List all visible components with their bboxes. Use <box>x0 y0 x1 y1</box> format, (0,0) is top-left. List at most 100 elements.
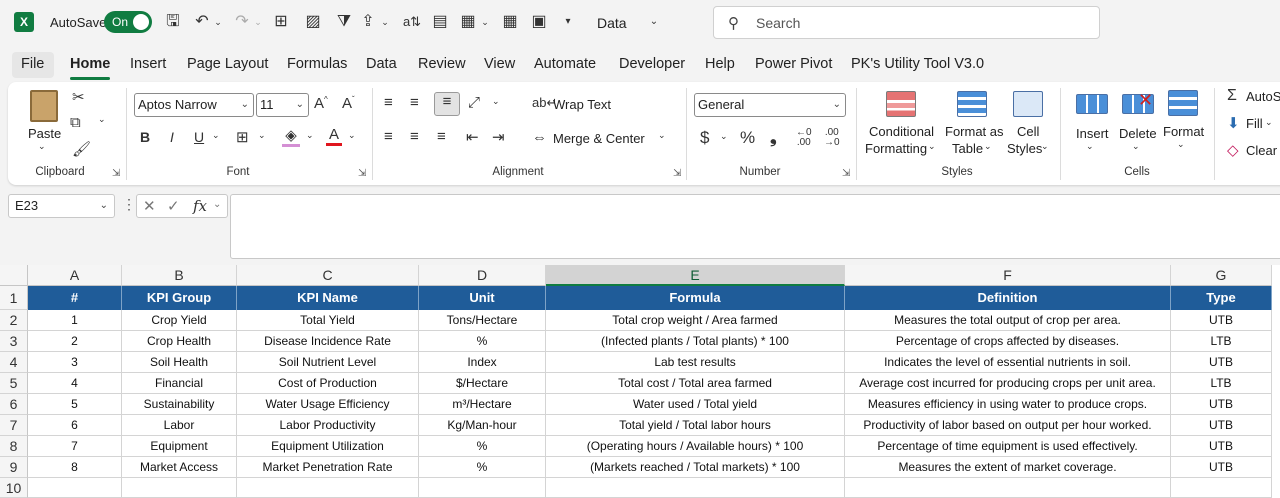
select-all-corner[interactable] <box>0 265 28 286</box>
row-header-7[interactable]: 7 <box>0 415 28 436</box>
tab-page-layout[interactable]: Page Layout <box>187 56 268 72</box>
underline-icon[interactable]: U <box>194 129 204 145</box>
align-bottom-icon[interactable]: ≡ <box>434 92 460 116</box>
table-cell[interactable]: 2 <box>28 331 122 352</box>
tab-formulas[interactable]: Formulas <box>287 56 347 72</box>
font-size-combo[interactable]: 11 ⌄ <box>256 93 309 117</box>
table-cell[interactable]: Total cost / Total area farmed <box>546 373 845 394</box>
save-icon[interactable]: 🖫 <box>163 11 183 33</box>
paste-icon[interactable] <box>30 90 58 122</box>
copy-dropdown-icon[interactable]: ⌄ <box>98 114 106 125</box>
table-cell[interactable]: Index <box>419 352 546 373</box>
column-header-c[interactable]: C <box>237 265 419 286</box>
fill-dropdown-icon[interactable]: ⌄ <box>1265 117 1273 128</box>
table-cell[interactable]: Market Access <box>122 457 237 478</box>
table-cell[interactable]: Market Penetration Rate <box>237 457 419 478</box>
column-header-g[interactable]: G <box>1171 265 1272 286</box>
fill-icon[interactable]: ⬇ <box>1227 114 1240 132</box>
font-launcher-icon[interactable]: ⇲ <box>358 168 366 179</box>
table-cell[interactable]: $/Hectare <box>419 373 546 394</box>
file-name-dropdown-icon[interactable]: ⌄ <box>648 11 660 33</box>
share-icon[interactable]: ⇪ <box>358 11 378 33</box>
table-cell[interactable]: Measures efficiency in using water to pr… <box>845 394 1171 415</box>
table-cell[interactable]: Sustainability <box>122 394 237 415</box>
fill-color-icon[interactable]: ◈ <box>282 126 300 147</box>
calc-icon[interactable]: ▦ <box>500 11 520 33</box>
decrease-indent-icon[interactable]: ⇤ <box>466 128 479 146</box>
cut-icon[interactable]: ✂ <box>72 88 85 106</box>
tab-help[interactable]: Help <box>705 56 735 72</box>
form-icon[interactable]: ▤ <box>430 11 450 33</box>
clear-icon[interactable]: ◇ <box>1227 141 1239 159</box>
table-cell[interactable]: (Markets reached / Total markets) * 100 <box>546 457 845 478</box>
enter-icon[interactable]: ✓ <box>167 197 180 215</box>
empty-cell[interactable] <box>546 478 845 498</box>
table-cell[interactable]: UTB <box>1171 415 1272 436</box>
row-header-2[interactable]: 2 <box>0 310 28 331</box>
row-header-3[interactable]: 3 <box>0 331 28 352</box>
row-header-4[interactable]: 4 <box>0 352 28 373</box>
table-cell[interactable]: Total yield / Total labor hours <box>546 415 845 436</box>
table-cell[interactable]: (Infected plants / Total plants) * 100 <box>546 331 845 352</box>
table-cell[interactable]: Equipment <box>122 436 237 457</box>
more-options-icon[interactable]: ⋮ <box>122 196 136 213</box>
table-cell[interactable]: (Operating hours / Available hours) * 10… <box>546 436 845 457</box>
empty-cell[interactable] <box>28 478 122 498</box>
empty-cell[interactable] <box>845 478 1171 498</box>
align-top-icon[interactable]: ≡ <box>384 94 393 111</box>
table-cell[interactable]: 1 <box>28 310 122 331</box>
clear-button[interactable]: Clear <box>1246 143 1277 158</box>
cell-styles-button[interactable]: Cell <box>1017 124 1039 139</box>
font-color-dropdown-icon[interactable]: ⌄ <box>348 130 356 141</box>
increase-decimal-icon[interactable]: ←0.00 <box>796 128 812 148</box>
tab-insert[interactable]: Insert <box>130 56 166 72</box>
table-cell[interactable]: 8 <box>28 457 122 478</box>
tab-home[interactable]: Home <box>70 56 110 72</box>
merge-center-dropdown-icon[interactable]: ⌄ <box>658 130 666 141</box>
table-cell[interactable]: Indicates the level of essential nutrien… <box>845 352 1171 373</box>
row-header-5[interactable]: 5 <box>0 373 28 394</box>
row-header-6[interactable]: 6 <box>0 394 28 415</box>
table-cell[interactable]: Total crop weight / Area farmed <box>546 310 845 331</box>
conditional-formatting-icon[interactable] <box>886 91 916 117</box>
camera-icon[interactable]: ▣ <box>528 11 550 33</box>
table-cell[interactable]: Water used / Total yield <box>546 394 845 415</box>
cell-styles-button-line2[interactable]: Styles <box>1007 141 1042 156</box>
table-cell[interactable]: Lab test results <box>546 352 845 373</box>
column-header-d[interactable]: D <box>419 265 546 286</box>
table-cell[interactable]: Total Yield <box>237 310 419 331</box>
decrease-decimal-icon[interactable]: .00 →0 <box>824 128 840 148</box>
table-cell[interactable]: Crop Yield <box>122 310 237 331</box>
increase-font-icon[interactable]: A^ <box>314 95 328 112</box>
table-cell[interactable]: % <box>419 457 546 478</box>
file-name[interactable]: Data <box>597 15 627 31</box>
decrease-font-icon[interactable]: Aˇ <box>342 95 355 112</box>
formula-input[interactable] <box>230 194 1280 259</box>
tab-file[interactable]: File <box>21 56 44 72</box>
filter-icon[interactable]: ⧩ <box>334 11 354 33</box>
table-cell[interactable]: LTB <box>1171 331 1272 352</box>
table-cell[interactable]: Water Usage Efficiency <box>237 394 419 415</box>
format-dropdown-icon[interactable]: ⌄ <box>1177 139 1185 150</box>
table-cell[interactable]: Labor <box>122 415 237 436</box>
name-box[interactable]: E23 ⌄ <box>8 194 115 218</box>
align-center-icon[interactable]: ≡ <box>410 128 419 145</box>
empty-cell[interactable] <box>122 478 237 498</box>
insert-function-icon[interactable]: fx <box>193 197 207 215</box>
table-cell[interactable]: Crop Health <box>122 331 237 352</box>
autosave-toggle[interactable]: On <box>104 11 152 33</box>
increase-indent-icon[interactable]: ⇥ <box>492 128 505 146</box>
table-cell[interactable]: UTB <box>1171 457 1272 478</box>
borders-icon[interactable]: ⊞ <box>271 11 291 33</box>
table-cell[interactable]: m³/Hectare <box>419 394 546 415</box>
autosum-icon[interactable]: Σ <box>1227 87 1237 105</box>
header-cell[interactable]: KPI Group <box>122 286 237 310</box>
align-middle-icon[interactable]: ≡ <box>410 94 419 111</box>
customize-toolbar-icon[interactable]: ▾ <box>560 11 576 33</box>
tab-developer[interactable]: Developer <box>619 56 685 72</box>
tab-automate[interactable]: Automate <box>534 56 596 72</box>
undo-dropdown-icon[interactable]: ⌄ <box>213 11 223 33</box>
insert-dropdown-icon[interactable]: ⌄ <box>1086 141 1094 152</box>
table-cell[interactable]: % <box>419 331 546 352</box>
redo-icon[interactable]: ↷ <box>232 11 252 33</box>
